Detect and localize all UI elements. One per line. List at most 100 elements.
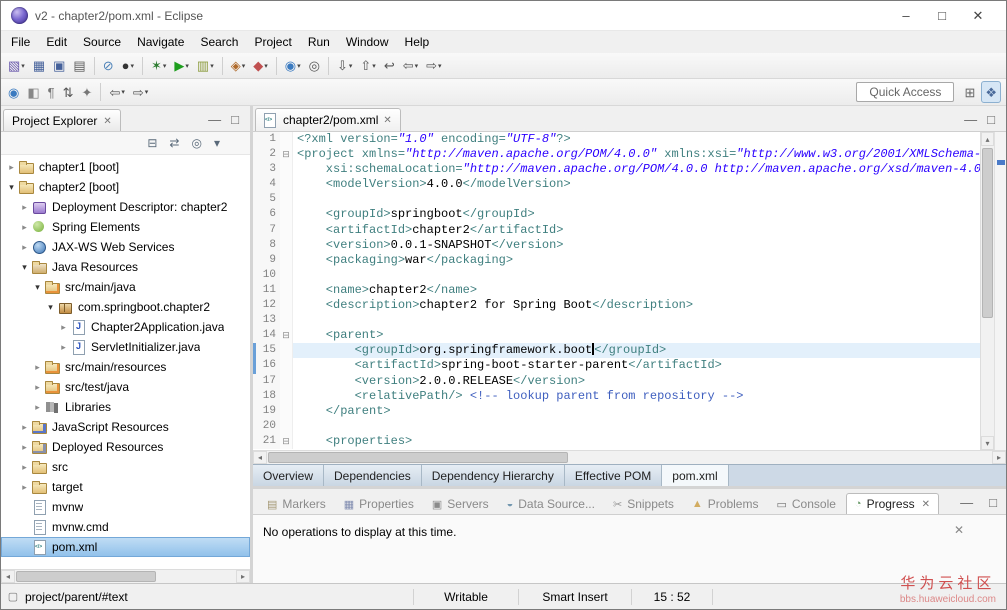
- code-line-19[interactable]: 19 </parent>: [253, 404, 980, 419]
- menu-project[interactable]: Project: [246, 33, 299, 51]
- chevron-collapsed-icon[interactable]: ▸: [18, 222, 31, 233]
- code-line-7[interactable]: 7 <artifactId>chapter2</artifactId>: [253, 223, 980, 238]
- tree-item-src-test-java[interactable]: ▸src/test/java: [1, 377, 250, 397]
- new-web-service-button[interactable]: ◉: [4, 81, 23, 103]
- print-button[interactable]: ▤: [69, 55, 89, 77]
- minimize-panel-button[interactable]: —: [955, 494, 978, 510]
- code-text[interactable]: [293, 313, 980, 328]
- code-text[interactable]: <version>0.0.1-SNAPSHOT</version>: [293, 238, 980, 253]
- chevron-collapsed-icon[interactable]: ▸: [31, 402, 44, 413]
- code-text[interactable]: <relativePath/> <!-- lookup parent from …: [293, 389, 980, 404]
- collapse-all-button[interactable]: ⊟: [143, 134, 161, 152]
- chevron-collapsed-icon[interactable]: ▸: [18, 482, 31, 493]
- code-text[interactable]: <properties>: [293, 434, 980, 449]
- explorer-hscrollbar[interactable]: [1, 569, 250, 583]
- tree-item-spring-elements[interactable]: ▸Spring Elements: [1, 217, 250, 237]
- editor-hscrollbar[interactable]: [253, 450, 1006, 464]
- open-console-button[interactable]: ●▾: [118, 55, 138, 77]
- show-whitespace-button[interactable]: ¶: [44, 81, 59, 103]
- code-line-3[interactable]: 3 xsi:schemaLocation="http://maven.apach…: [253, 162, 980, 177]
- menu-window[interactable]: Window: [338, 33, 397, 51]
- code-line-13[interactable]: 13: [253, 313, 980, 328]
- pom-tab-dependencies[interactable]: Dependencies: [324, 465, 422, 486]
- code-text[interactable]: <version>2.0.0.RELEASE</version>: [293, 374, 980, 389]
- code-line-17[interactable]: 17 <version>2.0.0.RELEASE</version>: [253, 374, 980, 389]
- code-text[interactable]: <description>chapter2 for Spring Boot</d…: [293, 298, 980, 313]
- chevron-collapsed-icon[interactable]: ▸: [31, 382, 44, 393]
- code-line-15[interactable]: 15 <groupId>org.springframework.boot</gr…: [253, 343, 980, 358]
- code-text[interactable]: <packaging>war</packaging>: [293, 253, 980, 268]
- view-tab-snippets[interactable]: ✂Snippets: [605, 494, 682, 514]
- close-icon[interactable]: ✕: [103, 116, 111, 127]
- menu-navigate[interactable]: Navigate: [129, 33, 192, 51]
- run-button[interactable]: ▶▾: [170, 55, 193, 77]
- menu-edit[interactable]: Edit: [38, 33, 75, 51]
- code-text[interactable]: xsi:schemaLocation="http://maven.apache.…: [293, 162, 980, 177]
- overview-ruler[interactable]: [994, 132, 1006, 450]
- maximize-editor-button[interactable]: □: [982, 111, 1000, 127]
- code-line-10[interactable]: 10: [253, 268, 980, 283]
- tree-item-servletinitializer-java[interactable]: ▸ServletInitializer.java: [1, 337, 250, 357]
- code-text[interactable]: <modelVersion>4.0.0</modelVersion>: [293, 177, 980, 192]
- minimize-button[interactable]: –: [888, 5, 924, 27]
- coverage-button[interactable]: ▥▾: [193, 55, 218, 77]
- code-line-9[interactable]: 9 <packaging>war</packaging>: [253, 253, 980, 268]
- close-icon[interactable]: ✕: [383, 115, 391, 126]
- code-text[interactable]: <parent>: [293, 328, 980, 343]
- editor-vscrollbar[interactable]: [980, 132, 994, 450]
- tree-item-jax-ws-web-services[interactable]: ▸JAX-WS Web Services: [1, 237, 250, 257]
- maximize-button[interactable]: □: [924, 5, 960, 27]
- minimize-editor-button[interactable]: —: [959, 111, 982, 127]
- tree-item-com-springboot-chapter2[interactable]: ▾com.springboot.chapter2: [1, 297, 250, 317]
- code-text[interactable]: [293, 268, 980, 283]
- chevron-collapsed-icon[interactable]: ▸: [57, 342, 70, 353]
- menu-help[interactable]: Help: [397, 33, 438, 51]
- last-edit-location-button[interactable]: ↩: [380, 55, 399, 77]
- view-tab-data-source[interactable]: ◒Data Source...: [499, 494, 603, 514]
- scroll-left-icon[interactable]: [253, 451, 267, 464]
- code-line-16[interactable]: 16 <artifactId>spring-boot-starter-paren…: [253, 358, 980, 373]
- code-text[interactable]: <project xmlns="http://maven.apache.org/…: [293, 147, 980, 162]
- chevron-expanded-icon[interactable]: ▾: [44, 302, 57, 313]
- back-button[interactable]: ⇦▾: [399, 55, 422, 77]
- tree-item-java-resources[interactable]: ▾Java Resources: [1, 257, 250, 277]
- tree-item-chapter1-boot[interactable]: ▸chapter1 [boot]: [1, 157, 250, 177]
- chevron-expanded-icon[interactable]: ▾: [5, 182, 18, 193]
- pom-tab-effective-pom[interactable]: Effective POM: [565, 465, 662, 486]
- tree-item-src-main-java[interactable]: ▾src/main/java: [1, 277, 250, 297]
- chevron-expanded-icon[interactable]: ▾: [18, 262, 31, 273]
- tree-item-javascript-resources[interactable]: ▸JavaScript Resources: [1, 417, 250, 437]
- fold-toggle-icon[interactable]: ⊟: [280, 434, 293, 449]
- project-explorer-tab[interactable]: Project Explorer ✕: [3, 109, 121, 131]
- code-text[interactable]: <groupId>springboot</groupId>: [293, 207, 980, 222]
- code-line-5[interactable]: 5: [253, 192, 980, 207]
- chevron-collapsed-icon[interactable]: ▸: [18, 242, 31, 253]
- code-text[interactable]: [293, 192, 980, 207]
- tree-item-src[interactable]: ▸src: [1, 457, 250, 477]
- code-area[interactable]: 1<?xml version="1.0" encoding="UTF-8"?>2…: [253, 132, 980, 450]
- close-button[interactable]: ✕: [960, 5, 996, 27]
- code-line-4[interactable]: 4 <modelVersion>4.0.0</modelVersion>: [253, 177, 980, 192]
- code-line-20[interactable]: 20: [253, 419, 980, 434]
- view-menu-button[interactable]: ▾: [210, 134, 224, 152]
- next-annotation-button[interactable]: ⇩▾: [333, 55, 356, 77]
- code-text[interactable]: </parent>: [293, 404, 980, 419]
- chevron-collapsed-icon[interactable]: ▸: [5, 162, 18, 173]
- view-tab-problems[interactable]: ▲Problems: [684, 494, 767, 514]
- code-text[interactable]: <groupId>org.springframework.boot</group…: [293, 343, 980, 358]
- minimize-view-button[interactable]: —: [203, 111, 226, 127]
- code-text[interactable]: [293, 419, 980, 434]
- focus-on-active-task-button[interactable]: ◎: [187, 134, 205, 152]
- menu-search[interactable]: Search: [192, 33, 246, 51]
- view-tab-markers[interactable]: ▤Markers: [259, 494, 334, 514]
- maximize-view-button[interactable]: □: [226, 111, 244, 127]
- code-line-11[interactable]: 11 <name>chapter2</name>: [253, 283, 980, 298]
- scroll-up-icon[interactable]: [981, 132, 994, 146]
- editor-tab-pom-xml[interactable]: chapter2/pom.xml ✕: [255, 108, 401, 131]
- chevron-collapsed-icon[interactable]: ▸: [31, 362, 44, 373]
- view-tab-console[interactable]: ▭Console: [768, 494, 843, 514]
- tree-item-chapter2-boot[interactable]: ▾chapter2 [boot]: [1, 177, 250, 197]
- chevron-collapsed-icon[interactable]: ▸: [18, 462, 31, 473]
- chevron-collapsed-icon[interactable]: ▸: [18, 202, 31, 213]
- pom-tab-pom-xml[interactable]: pom.xml: [662, 465, 728, 486]
